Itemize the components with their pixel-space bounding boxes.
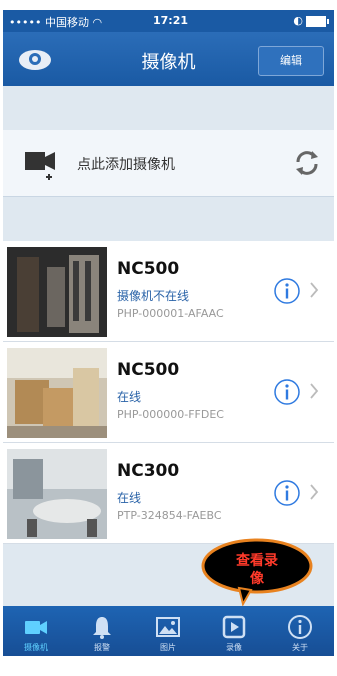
camera-id: PTP-324854-FAEBC <box>117 509 222 522</box>
chevron-right-icon <box>310 484 319 500</box>
info-icon <box>288 615 312 639</box>
callout-text: 查看录 像 <box>236 553 278 587</box>
status-bar: ••••• 中国移动 ◠ 17:21 ◐ <box>3 10 334 32</box>
refresh-icon[interactable] <box>292 148 322 178</box>
play-icon <box>222 615 246 639</box>
picture-icon <box>156 617 180 637</box>
chevron-right-icon <box>310 282 319 298</box>
bell-icon <box>93 617 111 639</box>
camera-name: NC500 <box>117 360 180 380</box>
tab-about[interactable]: 关于 <box>267 606 333 656</box>
camera-icon <box>25 621 47 634</box>
camera-thumbnail <box>7 247 107 337</box>
camera-row[interactable]: NC500 在线 PHP-000000-FFDEC <box>3 342 334 443</box>
wifi-icon: ◠ <box>92 16 103 29</box>
carrier-label: ••••• 中国移动 ◠ <box>9 16 103 29</box>
camera-name: NC500 <box>117 259 180 279</box>
add-camera-label: 点此添加摄像机 <box>77 157 175 173</box>
battery-area: ◐ <box>293 14 329 27</box>
tab-bar: 摄像机 报警 图片 录像 关于 <box>3 606 334 656</box>
camera-thumbnail <box>7 449 107 539</box>
camera-row[interactable]: NC300 在线 PTP-324854-FAEBC <box>3 443 334 544</box>
add-camera-icon <box>25 152 55 180</box>
alarm-icon: ◐ <box>293 14 303 27</box>
info-icon[interactable] <box>273 277 301 305</box>
camera-status: 摄像机不在线 <box>117 289 190 303</box>
edit-button[interactable]: 编辑 <box>258 46 324 76</box>
camera-status: 在线 <box>117 491 142 505</box>
battery-icon <box>306 15 329 27</box>
info-icon[interactable] <box>273 479 301 507</box>
tab-camera[interactable]: 摄像机 <box>3 606 69 656</box>
status-time: 17:21 <box>153 14 189 27</box>
camera-list: NC500 摄像机不在线 PHP-000001-AFAAC NC500 在线 P… <box>3 241 334 544</box>
camera-name: NC300 <box>117 461 180 481</box>
tab-alarm[interactable]: 报警 <box>69 606 135 656</box>
spacer-band <box>3 197 334 241</box>
chevron-right-icon <box>310 383 319 399</box>
camera-row[interactable]: NC500 摄像机不在线 PHP-000001-AFAAC <box>3 241 334 342</box>
tab-recordings[interactable]: 录像 <box>201 606 267 656</box>
info-icon[interactable] <box>273 378 301 406</box>
phone-screen: ••••• 中国移动 ◠ 17:21 ◐ 摄像机 编辑 点此添加摄像机 NC50… <box>3 10 334 656</box>
camera-status: 在线 <box>117 390 142 404</box>
tab-pictures[interactable]: 图片 <box>135 606 201 656</box>
camera-id: PHP-000001-AFAAC <box>117 307 224 320</box>
camera-thumbnail <box>7 348 107 438</box>
add-camera-row[interactable]: 点此添加摄像机 <box>3 130 334 197</box>
camera-id: PHP-000000-FFDEC <box>117 408 224 421</box>
spacer-band <box>3 86 334 130</box>
nav-bar: 摄像机 编辑 <box>3 32 334 86</box>
